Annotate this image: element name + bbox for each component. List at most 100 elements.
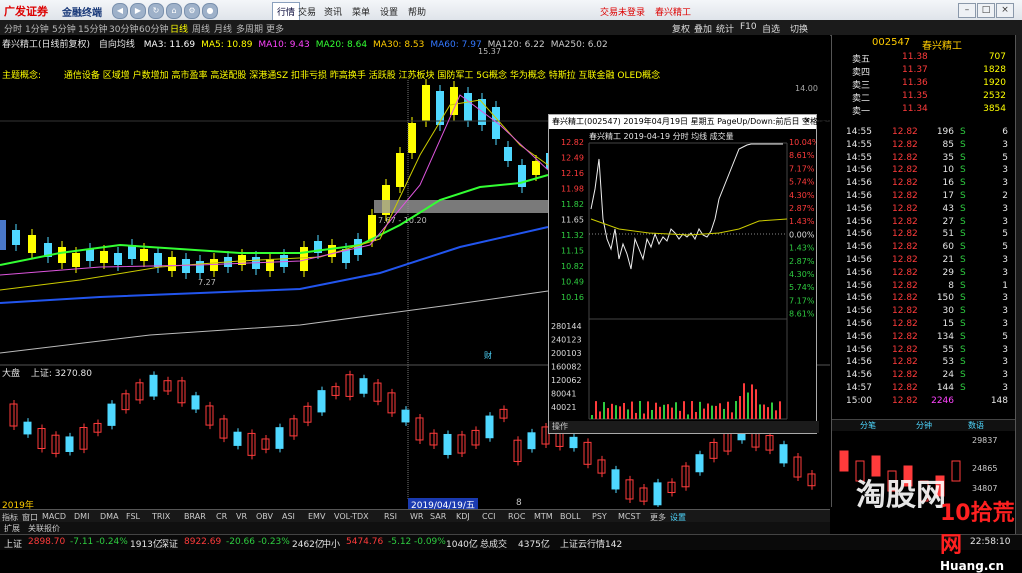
toolbar-restore[interactable]: 复权: [672, 22, 690, 35]
toolbar-watchlist[interactable]: 自选: [762, 22, 780, 35]
extension-tabs: 扩展 关联报价: [0, 522, 830, 534]
tick-price: 12.82: [892, 139, 918, 150]
indicator-tab[interactable]: FSL: [126, 512, 140, 521]
tick-row: 14:55 12.82 196 S 6: [832, 127, 1016, 139]
menu-menu[interactable]: 菜单: [352, 5, 370, 18]
indicator-tab[interactable]: CR: [216, 512, 227, 521]
home-icon[interactable]: ⌂: [166, 3, 182, 19]
indicator-tab[interactable]: CCI: [482, 512, 496, 521]
indicator-tab[interactable]: TRIX: [152, 512, 170, 521]
indicator-tab[interactable]: VOL-TDX: [334, 512, 369, 521]
refresh-icon[interactable]: ↻: [148, 3, 164, 19]
indicator-tab[interactable]: EMV: [308, 512, 325, 521]
menu-quotes[interactable]: 行情: [272, 2, 301, 21]
menu-help[interactable]: 帮助: [408, 5, 426, 18]
indicator-tab[interactable]: SAR: [430, 512, 446, 521]
period-intraday[interactable]: 分时: [4, 22, 22, 35]
indicator-tab[interactable]: VR: [236, 512, 247, 521]
indicator-tab[interactable]: DMA: [100, 512, 119, 521]
left-collapse-handle[interactable]: [0, 220, 6, 250]
intraday-chart: 12.82 12.49 12.16 11.98 11.82 11.65 11.32 11.15…: [551, 138, 816, 431]
tab-extend[interactable]: 扩展: [4, 523, 20, 534]
tick-side: S: [960, 383, 966, 393]
indicator-tab[interactable]: ASI: [282, 512, 295, 521]
tick-side: S: [960, 344, 966, 355]
tick-side: S: [960, 139, 966, 150]
popup-vol-tick: 240123: [551, 336, 582, 345]
intraday-popup[interactable]: 春兴精工(002547) 2019年04月19日 星期五 PageUp/Down…: [548, 114, 883, 434]
indicator-tab[interactable]: PSY: [592, 512, 607, 521]
tick-side: S: [960, 255, 966, 265]
tick-row: 14:56 12.82 150 S 3: [832, 293, 1016, 305]
ask-row[interactable]: 卖四 11.37 1828: [832, 64, 1016, 78]
period-monthly[interactable]: 月线: [214, 22, 232, 35]
watermark-shihuang: 10拾荒网 Huang.cn: [940, 501, 1015, 573]
period-30min[interactable]: 30分钟: [109, 22, 138, 35]
indicator-tab[interactable]: ROC: [508, 512, 525, 521]
period-60min[interactable]: 60分钟: [139, 22, 168, 35]
indicator-tab[interactable]: WR: [410, 512, 423, 521]
indicator-tab[interactable]: OBV: [256, 512, 273, 521]
period-more[interactable]: 更多: [266, 22, 284, 35]
tick-volume: 8: [948, 280, 954, 291]
tick-time: 14:56: [846, 242, 872, 253]
menu-news[interactable]: 资讯: [324, 5, 342, 18]
tick-row: 14:56 12.82 24 S 3: [832, 370, 1016, 382]
popup-volume-bar: [779, 401, 781, 419]
indicator-tab[interactable]: DMI: [74, 512, 89, 521]
close-button[interactable]: ×: [996, 3, 1014, 18]
tick-count: 5: [1002, 229, 1008, 240]
menu-settings[interactable]: 设置: [380, 5, 398, 18]
tab-ticks[interactable]: 分笔: [860, 420, 876, 431]
tick-count: 3: [1002, 293, 1008, 304]
cloud-status[interactable]: 上证云行情142: [560, 537, 622, 550]
tab-related-quote[interactable]: 关联报价: [28, 523, 60, 534]
indicator-tab[interactable]: KDJ: [456, 512, 470, 521]
tab-words[interactable]: 数语: [968, 420, 984, 431]
tab-minutes[interactable]: 分钟: [916, 420, 932, 431]
tick-volume: 2246: [931, 395, 954, 406]
popup-title[interactable]: 春兴精工(002547) 2019年04月19日 星期五 PageUp/Down…: [549, 115, 883, 129]
ask-row[interactable]: 卖三 11.36 1920: [832, 77, 1016, 91]
popup-op-label[interactable]: 操作: [549, 421, 819, 433]
indicator-tab[interactable]: BOLL: [560, 512, 581, 521]
indicator-tab[interactable]: MACD: [42, 512, 66, 521]
settings-icon[interactable]: ⚙: [184, 3, 200, 19]
period-multi[interactable]: 多周期: [236, 22, 263, 35]
menu-trade[interactable]: 交易: [298, 5, 316, 18]
tick-side: S: [960, 229, 966, 240]
minimize-button[interactable]: –: [958, 3, 976, 18]
period-5min[interactable]: 5分钟: [52, 22, 76, 35]
toolbar-f10[interactable]: F10: [740, 22, 757, 32]
index-candle: [317, 390, 326, 413]
maximize-button[interactable]: □: [977, 3, 995, 18]
tick-price: 12.82: [892, 370, 918, 381]
ask-row[interactable]: 卖五 11.38 707: [832, 51, 1016, 65]
ask-row[interactable]: 卖一 11.34 3854: [832, 103, 1016, 117]
period-daily[interactable]: 日线: [170, 22, 188, 35]
right-scroll-sidebar[interactable]: [1015, 35, 1022, 534]
tick-row: 14:56 12.82 134 S 5: [832, 332, 1016, 344]
indicator-tab[interactable]: MCST: [618, 512, 640, 521]
popup-volume-bar: [595, 401, 597, 419]
toolbar-switch[interactable]: 切换: [790, 22, 808, 35]
total-value: 4375亿: [518, 540, 550, 550]
indicator-tab[interactable]: BRAR: [184, 512, 206, 521]
period-15min[interactable]: 15分钟: [78, 22, 107, 35]
candle: [168, 257, 176, 271]
back-button[interactable]: ◀: [112, 3, 128, 19]
tick-side: S: [960, 357, 966, 368]
lock-icon[interactable]: ●: [202, 3, 218, 19]
tick-row: 14:55 12.82 35 S 5: [832, 153, 1016, 165]
toolbar-stats[interactable]: 统计: [716, 22, 734, 35]
toolbar-overlay[interactable]: 叠加: [694, 22, 712, 35]
ask-row[interactable]: 卖二 11.35 2532: [832, 90, 1016, 104]
indicator-tab[interactable]: MTM: [534, 512, 553, 521]
login-warning[interactable]: 交易未登录: [600, 5, 645, 18]
period-weekly[interactable]: 周线: [192, 22, 210, 35]
popup-close-icon[interactable]: ×: [803, 116, 813, 127]
indicator-tab[interactable]: RSI: [384, 512, 397, 521]
forward-button[interactable]: ▶: [130, 3, 146, 19]
ask-volume: 2532: [983, 91, 1006, 101]
period-1min[interactable]: 1分钟: [25, 22, 49, 35]
